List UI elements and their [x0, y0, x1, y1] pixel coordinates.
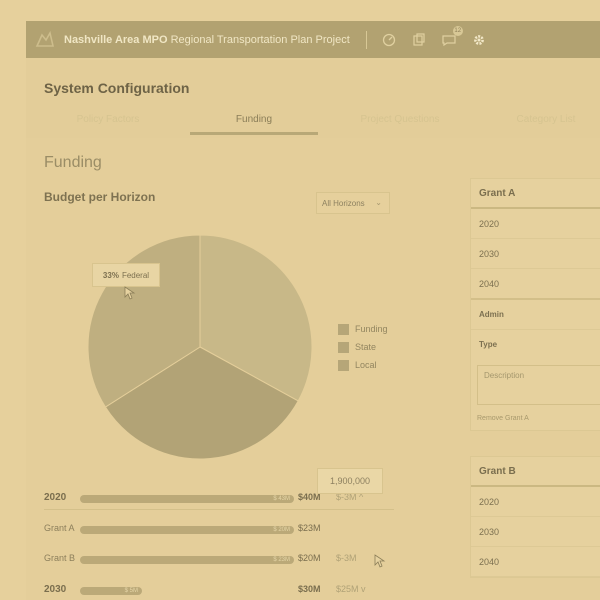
- header-divider: [365, 30, 367, 49]
- legend-label: State: [355, 342, 377, 352]
- grant-year: 2020: [479, 496, 500, 507]
- row-label: Grant B: [44, 553, 76, 563]
- tab-category-list[interactable]: Category List: [482, 114, 600, 125]
- budget-bar: $ 20M: [80, 526, 294, 534]
- chart-legend: Funding State Local: [338, 320, 388, 374]
- tooltip-percent: 33%: [102, 270, 119, 280]
- bar-value: $ 23M: [273, 557, 290, 563]
- horizon-row-2020[interactable]: 2020 $ 43M $40M $-3M ^: [44, 492, 394, 506]
- legend-label: Funding: [355, 324, 388, 334]
- bar-value: $ 20M: [273, 527, 290, 533]
- legend-label: Local: [355, 360, 377, 370]
- row-delta: $-3M: [336, 553, 357, 563]
- grant-year: 2040: [479, 556, 500, 567]
- project-name: Regional Transportation Plan Project: [170, 33, 350, 46]
- funding-panel: Funding Budget per Horizon All Horizons …: [26, 138, 600, 600]
- page-title: System Configuration: [44, 80, 190, 96]
- legend-swatch: [338, 323, 349, 335]
- row-label: 2030: [44, 584, 67, 595]
- tab-policy-factors[interactable]: Policy Factors: [44, 114, 172, 125]
- type-field[interactable]: Type: [471, 330, 600, 359]
- amount-edit-tooltip: 1,900,000: [317, 468, 383, 494]
- remove-grant-link[interactable]: Remove Grant A: [471, 405, 600, 430]
- legend-swatch: [338, 359, 349, 371]
- budget-bar: $ 23M: [80, 556, 294, 564]
- tab-funding[interactable]: Funding: [190, 114, 318, 125]
- row-label: Grant A: [44, 523, 75, 533]
- bar-value: $ 43M: [273, 496, 290, 502]
- legend-item: State: [338, 338, 388, 356]
- mouse-cursor-icon: [124, 286, 136, 300]
- app-brand: Nashville Area MPO Regional Transportati…: [64, 34, 350, 46]
- grant-year: 2020: [479, 218, 500, 229]
- budget-bar: $ 43M: [80, 495, 294, 503]
- bar-value: $ 5M: [124, 588, 138, 594]
- grant-year-row[interactable]: 2020: [471, 487, 600, 517]
- grant-year-row[interactable]: 2030: [471, 517, 600, 547]
- grant-year-row[interactable]: 2030: [471, 239, 600, 269]
- message-count-badge: 12: [452, 25, 463, 36]
- grant-card-title: Grant A: [471, 179, 600, 209]
- budget-bar: $ 5M: [80, 587, 142, 595]
- settings-icon[interactable]: [471, 32, 487, 48]
- tooltip-label: Federal: [121, 270, 150, 280]
- admin-field[interactable]: Admin: [471, 300, 600, 330]
- documents-icon[interactable]: [411, 32, 427, 48]
- pie-tooltip: 33% Federal: [92, 263, 160, 287]
- mpo-logo-icon: [32, 27, 58, 53]
- messages-icon[interactable]: 12: [441, 25, 463, 48]
- horizon-row-2030[interactable]: 2030 $ 5M $30M $25M v: [44, 584, 394, 598]
- row-amount: $23M: [298, 523, 321, 533]
- grant-year-row[interactable]: 2040: [471, 269, 600, 300]
- active-tab-indicator: [190, 132, 318, 135]
- mouse-cursor-icon: [374, 554, 386, 568]
- legend-item: Funding: [338, 320, 388, 338]
- type-label: Type: [479, 340, 498, 349]
- admin-label: Admin: [479, 310, 504, 319]
- chart-title: Budget per Horizon: [44, 190, 156, 204]
- row-amount: $20M: [298, 553, 321, 563]
- row-divider: [44, 509, 394, 510]
- grant-year: 2030: [479, 526, 500, 537]
- row-label: 2020: [44, 492, 67, 503]
- tab-project-questions[interactable]: Project Questions: [336, 114, 464, 125]
- section-title: Funding: [44, 154, 102, 171]
- grant-card-b: Grant B 2020 2030 2040: [470, 456, 600, 578]
- grant-row-a: Grant A $ 20M $23M: [44, 523, 394, 537]
- row-delta: $25M v: [336, 584, 366, 594]
- description-field[interactable]: Description: [477, 365, 600, 405]
- grant-year: 2030: [479, 248, 500, 259]
- page: System Configuration Policy Factors Fund…: [26, 58, 600, 600]
- legend-item: Local: [338, 356, 388, 374]
- chevron-down-icon[interactable]: v: [361, 584, 366, 594]
- grant-year-row[interactable]: 2040: [471, 547, 600, 577]
- legend-swatch: [338, 341, 349, 353]
- top-navigation-bar: Nashville Area MPO Regional Transportati…: [26, 21, 600, 58]
- chevron-down-icon: ⌄: [375, 198, 382, 207]
- horizon-select[interactable]: All Horizons ⌄: [316, 192, 390, 214]
- grant-year: 2040: [479, 278, 500, 289]
- dashboard-icon[interactable]: [381, 32, 397, 48]
- grant-card-a: Grant A 2020 2030 2040 Admin Type Descri…: [470, 178, 600, 431]
- delta-value: $25M: [336, 584, 359, 594]
- horizon-select-value: All Horizons: [322, 198, 365, 208]
- grant-year-row[interactable]: 2020: [471, 209, 600, 239]
- grant-card-title: Grant B: [471, 457, 600, 487]
- row-amount: $30M: [298, 584, 321, 594]
- org-name: Nashville Area MPO: [64, 33, 168, 46]
- grant-row-b: Grant B $ 23M $20M $-3M: [44, 553, 394, 567]
